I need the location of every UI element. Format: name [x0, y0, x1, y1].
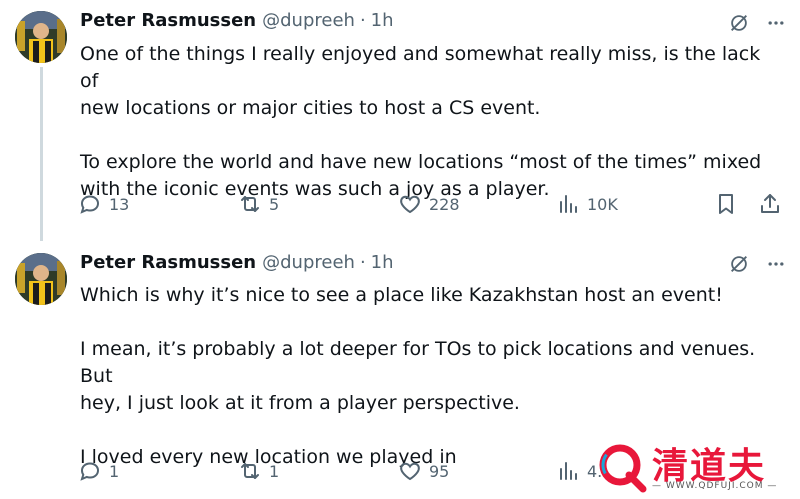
retweet-count: 5	[269, 194, 280, 214]
more-icon[interactable]	[766, 254, 786, 274]
action-bar: 13 5 228 10K	[78, 192, 788, 220]
tweet-text: One of the things I really enjoyed and s…	[80, 43, 762, 200]
views-icon	[560, 462, 577, 480]
tweet-header: Peter Rasmussen @dupreeh · 1h	[80, 10, 394, 34]
retweet-icon	[241, 196, 259, 212]
grok-icon[interactable]	[728, 253, 750, 275]
bookmark-button[interactable]	[714, 192, 738, 216]
more-icon[interactable]	[766, 13, 786, 33]
reply-icon	[80, 462, 100, 481]
watermark: 清道夫 — WWW.QDFUJI.COM —	[596, 435, 786, 497]
views-icon	[560, 195, 577, 213]
reply-button[interactable]: 1	[78, 459, 119, 483]
views-button[interactable]: 10K	[556, 192, 618, 216]
like-count: 228	[429, 194, 460, 214]
separator: ·	[359, 10, 366, 31]
reply-icon	[80, 195, 100, 214]
reply-count: 1	[109, 461, 120, 481]
bookmark-icon	[719, 194, 733, 214]
watermark-logo-icon	[599, 444, 647, 493]
heart-icon	[400, 462, 420, 481]
separator: ·	[359, 252, 366, 273]
heart-icon	[400, 195, 420, 214]
like-button[interactable]: 228	[398, 192, 460, 216]
views-count: 10K	[587, 194, 618, 214]
retweet-count: 1	[269, 461, 280, 481]
reply-count: 13	[109, 194, 130, 214]
like-count: 95	[429, 461, 450, 481]
author-name[interactable]: Peter Rasmussen	[80, 10, 256, 31]
retweet-icon	[241, 463, 259, 479]
like-button[interactable]: 95	[398, 459, 449, 483]
author-name[interactable]: Peter Rasmussen	[80, 252, 256, 273]
thread-line	[40, 67, 43, 241]
reply-button[interactable]: 13	[78, 192, 129, 216]
share-button[interactable]	[758, 192, 782, 216]
author-handle[interactable]: @dupreeh	[262, 10, 355, 31]
watermark-url: — WWW.QDFUJI.COM —	[652, 481, 778, 491]
avatar[interactable]	[15, 253, 67, 305]
author-handle[interactable]: @dupreeh	[262, 252, 355, 273]
tweet-header: Peter Rasmussen @dupreeh · 1h	[80, 252, 394, 276]
top-actions	[728, 253, 786, 275]
share-icon	[761, 194, 779, 213]
avatar[interactable]	[15, 11, 67, 63]
timestamp[interactable]: 1h	[371, 252, 394, 273]
retweet-button[interactable]: 1	[238, 459, 279, 483]
top-actions	[728, 12, 786, 34]
tweet[interactable]: Peter Rasmussen @dupreeh · 1h One of the…	[0, 0, 800, 241]
retweet-button[interactable]: 5	[238, 192, 279, 216]
grok-icon[interactable]	[728, 12, 750, 34]
timestamp[interactable]: 1h	[371, 10, 394, 31]
